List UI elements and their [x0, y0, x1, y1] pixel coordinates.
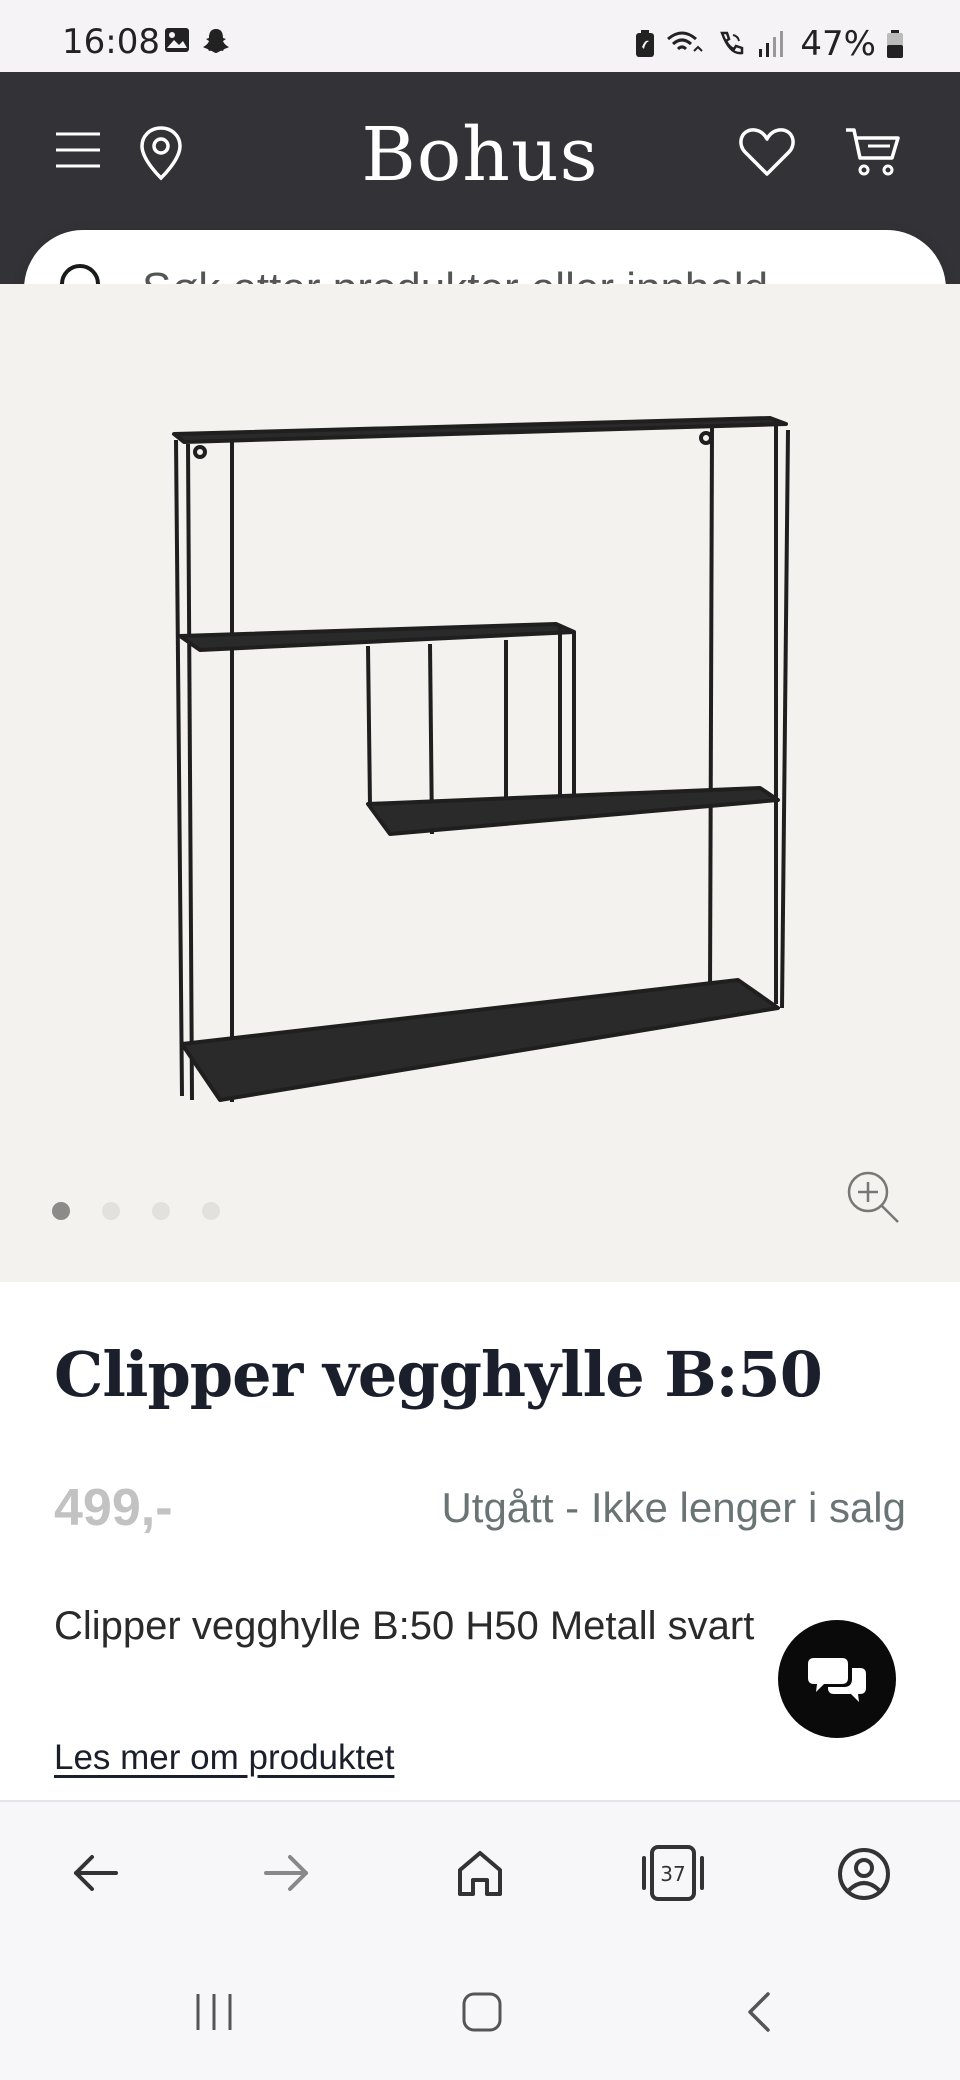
heart-icon[interactable] — [738, 126, 796, 178]
image-icon — [165, 28, 189, 52]
availability-status: Utgått - Ikke lenger i salg — [441, 1484, 906, 1531]
home-button-icon[interactable] — [460, 1990, 504, 2034]
snapchat-icon — [203, 29, 229, 53]
gallery-dot[interactable] — [202, 1202, 220, 1220]
cart-icon[interactable] — [844, 126, 902, 178]
signal-icon — [759, 31, 784, 57]
product-description: Clipper vegghylle B:50 H50 Metall svart — [54, 1604, 755, 1648]
tab-count: 37 — [660, 1862, 685, 1886]
gallery-pagination — [52, 1202, 220, 1220]
wifi-call-icon — [667, 31, 704, 52]
chat-button[interactable] — [778, 1620, 896, 1738]
recent-apps-icon[interactable] — [192, 1990, 236, 2034]
zoom-in-icon[interactable] — [846, 1170, 902, 1226]
battery-percentage: 47% — [800, 24, 876, 64]
product-title: Clipper vegghylle B:50 — [54, 1338, 823, 1411]
browser-toolbar: 37 — [0, 1800, 960, 1950]
product-gallery[interactable] — [0, 284, 960, 1282]
back-arrow-icon[interactable] — [70, 1848, 120, 1898]
gallery-dot[interactable] — [152, 1202, 170, 1220]
status-icons-left — [163, 26, 231, 56]
account-icon[interactable] — [836, 1846, 892, 1902]
bohus-logo[interactable]: Bohus — [0, 112, 960, 198]
status-icons-right: 47% — [634, 24, 904, 64]
product-image[interactable] — [160, 404, 800, 1124]
status-time: 16:08 — [62, 22, 160, 62]
product-price: 499,- — [54, 1479, 173, 1537]
read-more-link[interactable]: Les mer om produktet — [54, 1738, 394, 1778]
status-bar: 16:08 47% — [0, 0, 960, 72]
tabs-icon[interactable]: 37 — [640, 1844, 706, 1902]
battery-saver-icon — [636, 30, 655, 57]
chat-bubbles-icon — [808, 1658, 866, 1702]
back-button-icon[interactable] — [738, 1990, 782, 2034]
home-icon[interactable] — [454, 1848, 506, 1900]
phone-call-icon — [720, 31, 744, 55]
battery-icon — [887, 30, 903, 58]
gallery-dot[interactable] — [52, 1202, 70, 1220]
forward-arrow-icon[interactable] — [262, 1848, 312, 1898]
system-navigation-bar — [0, 1950, 960, 2080]
gallery-dot[interactable] — [102, 1202, 120, 1220]
